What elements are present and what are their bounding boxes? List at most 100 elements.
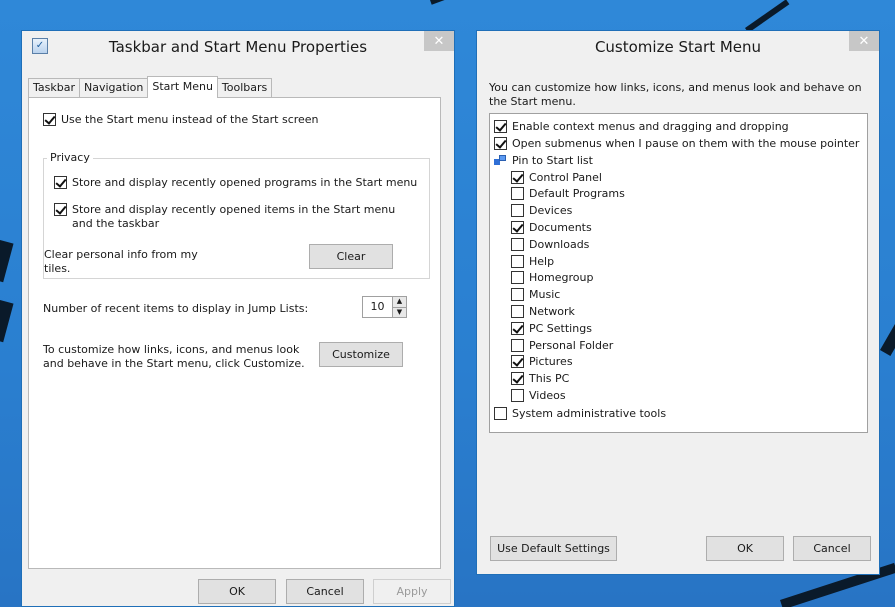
- pin-item[interactable]: Videos: [511, 387, 566, 403]
- ok-button[interactable]: OK: [198, 579, 276, 604]
- list-item: Pin to Start list: [494, 152, 593, 168]
- pin-item[interactable]: Network: [511, 303, 575, 319]
- title-bar[interactable]: Customize Start Menu: [477, 31, 879, 62]
- system-tools-label: System administrative tools: [512, 406, 667, 420]
- window-title: Taskbar and Start Menu Properties: [108, 37, 368, 56]
- pin-item-label: Downloads: [529, 237, 590, 251]
- pin-item-checkbox[interactable]: [511, 288, 524, 302]
- spinner-arrows[interactable]: ▲ ▼: [392, 297, 406, 317]
- customize-button[interactable]: Customize: [319, 342, 403, 367]
- pin-item-checkbox[interactable]: [511, 271, 524, 285]
- store-programs-option[interactable]: Store and display recently opened progra…: [54, 176, 417, 189]
- pin-item[interactable]: Help: [511, 253, 554, 269]
- ok-button[interactable]: OK: [706, 536, 784, 561]
- pin-item-checkbox[interactable]: [511, 388, 524, 402]
- cancel-button[interactable]: Cancel: [793, 536, 871, 561]
- jump-lists-label: Number of recent items to display in Jum…: [43, 302, 309, 315]
- start-menu-options-list[interactable]: Enable context menus and dragging and dr…: [489, 113, 868, 433]
- pin-item-checkbox[interactable]: [511, 204, 524, 218]
- use-default-settings-button[interactable]: Use Default Settings: [490, 536, 617, 561]
- description-text: You can customize how links, icons, and …: [489, 81, 862, 108]
- pin-item[interactable]: This PC: [511, 371, 569, 387]
- title-bar[interactable]: ✓ Taskbar and Start Menu Properties: [22, 31, 454, 62]
- pin-item[interactable]: Music: [511, 287, 560, 303]
- customize-text: To customize how links, icons, and menus…: [43, 343, 305, 370]
- open-submenus-checkbox[interactable]: [494, 136, 507, 150]
- tab-strip: Taskbar Navigation Start Menu Toolbars: [28, 76, 273, 98]
- pin-item-label: Videos: [529, 388, 566, 402]
- pin-item-label: Network: [529, 304, 575, 318]
- context-menus-label: Enable context menus and dragging and dr…: [512, 119, 789, 133]
- pin-item[interactable]: Homegroup: [511, 270, 593, 286]
- pin-item-checkbox[interactable]: [511, 372, 524, 386]
- pin-item-label: Homegroup: [529, 271, 594, 285]
- pin-item[interactable]: Documents: [511, 219, 592, 235]
- close-icon: ✕: [858, 33, 870, 49]
- tab-start-menu[interactable]: Start Menu: [147, 76, 218, 98]
- clear-info-text: Clear personal info from my tiles.: [44, 248, 198, 275]
- pin-item-checkbox[interactable]: [511, 187, 524, 201]
- store-items-checkbox[interactable]: [54, 203, 67, 216]
- window-title: Customize Start Menu: [594, 37, 762, 56]
- pin-item-label: Help: [529, 254, 555, 268]
- wallpaper-streak: [745, 0, 790, 33]
- pin-item-checkbox[interactable]: [511, 355, 524, 369]
- pin-item-checkbox[interactable]: [511, 304, 524, 318]
- pin-item[interactable]: Control Panel: [511, 169, 602, 185]
- store-programs-label: Store and display recently opened progra…: [72, 176, 418, 189]
- pin-item[interactable]: Devices: [511, 203, 572, 219]
- tab-taskbar[interactable]: Taskbar: [28, 78, 80, 97]
- start-menu-tab-panel: Use the Start menu instead of the Start …: [28, 97, 441, 569]
- close-button[interactable]: ✕: [424, 31, 454, 51]
- pin-item-label: Control Panel: [529, 170, 602, 184]
- window-checkbox-icon: ✓: [32, 38, 48, 54]
- spin-down-icon[interactable]: ▼: [393, 306, 406, 317]
- list-item[interactable]: Open submenus when I pause on them with …: [494, 135, 859, 151]
- wallpaper-streak: [0, 240, 14, 283]
- pin-item[interactable]: Pictures: [511, 354, 573, 370]
- pin-item-checkbox[interactable]: [511, 170, 524, 184]
- pin-item-label: PC Settings: [529, 321, 592, 335]
- store-items-label: Store and display recently opened items …: [72, 203, 396, 230]
- pin-icon: [494, 154, 507, 167]
- use-start-menu-checkbox[interactable]: [43, 113, 56, 126]
- pin-item-checkbox[interactable]: [511, 254, 524, 268]
- context-menus-checkbox[interactable]: [494, 119, 507, 133]
- taskbar-properties-window: ✓ Taskbar and Start Menu Properties ✕ Ta…: [21, 30, 455, 607]
- use-start-menu-option[interactable]: Use the Start menu instead of the Start …: [43, 113, 319, 126]
- jump-lists-spinner[interactable]: 10 ▲ ▼: [362, 296, 407, 318]
- pin-item-checkbox[interactable]: [511, 220, 524, 234]
- clear-button[interactable]: Clear: [309, 244, 393, 269]
- pin-item-checkbox[interactable]: [511, 237, 524, 251]
- list-item[interactable]: System administrative tools: [494, 405, 666, 421]
- use-start-menu-label: Use the Start menu instead of the Start …: [61, 113, 319, 126]
- system-tools-checkbox[interactable]: [494, 406, 507, 420]
- pin-item-label: Devices: [529, 204, 573, 218]
- jump-lists-value[interactable]: 10: [363, 297, 392, 317]
- pin-item[interactable]: Personal Folder: [511, 337, 613, 353]
- pin-header-label: Pin to Start list: [512, 153, 593, 167]
- close-button[interactable]: ✕: [849, 31, 879, 51]
- wallpaper-streak: [0, 300, 14, 343]
- pin-item[interactable]: Downloads: [511, 236, 589, 252]
- privacy-group: Privacy Store and display recently opene…: [43, 151, 430, 279]
- pin-item-checkbox[interactable]: [511, 321, 524, 335]
- store-programs-checkbox[interactable]: [54, 176, 67, 189]
- pin-item[interactable]: Default Programs: [511, 186, 625, 202]
- cancel-button[interactable]: Cancel: [286, 579, 364, 604]
- pin-item[interactable]: PC Settings: [511, 320, 592, 336]
- tab-toolbars[interactable]: Toolbars: [216, 78, 273, 97]
- wallpaper-streak: [430, 0, 489, 5]
- apply-button: Apply: [373, 579, 451, 604]
- spin-up-icon[interactable]: ▲: [393, 297, 406, 307]
- pin-item-label: This PC: [529, 372, 570, 386]
- pin-item-checkbox[interactable]: [511, 338, 524, 352]
- pin-item-label: Pictures: [529, 355, 573, 369]
- store-items-option[interactable]: Store and display recently opened items …: [54, 203, 414, 231]
- close-icon: ✕: [433, 33, 445, 49]
- pin-item-label: Personal Folder: [529, 338, 614, 352]
- tab-navigation[interactable]: Navigation: [79, 78, 149, 97]
- pin-item-label: Default Programs: [529, 187, 625, 201]
- list-item[interactable]: Enable context menus and dragging and dr…: [494, 118, 789, 134]
- customize-start-menu-window: Customize Start Menu ✕ You can customize…: [476, 30, 880, 575]
